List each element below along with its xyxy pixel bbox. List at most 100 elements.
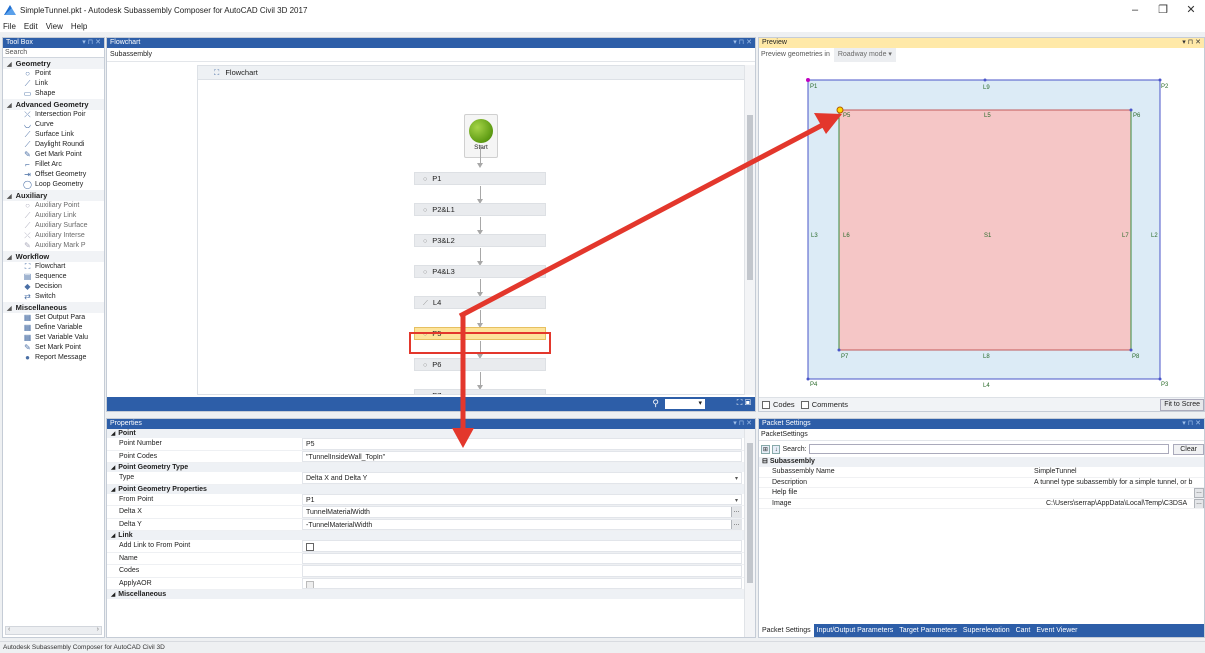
alphabetical-sort-icon[interactable]: ↓ [771,444,781,454]
toolbox-item-auxiliary-point[interactable]: ○ Auxiliary Point [3,201,104,211]
scroll-left-icon[interactable]: ‹ [8,626,10,633]
ellipsis-button[interactable]: … [731,519,741,530]
toolbox-search-input[interactable]: Search [3,48,104,58]
toolbox-item-define-variable[interactable]: ▦ Define Variable [3,323,104,333]
flowchart-node-p7[interactable]: ○ P7 [414,389,546,394]
flowchart-node-p6[interactable]: ○ P6 [414,358,546,371]
expand-toggle-icon[interactable]: ◢ [111,465,115,471]
tab-packet-settings[interactable]: Packet Settings [759,624,814,637]
maximize-button[interactable]: ❐ [1149,0,1177,20]
scroll-thumb[interactable] [747,115,753,280]
toolbox-item-intersection-poir[interactable]: ⤫ Intersection Poir [3,110,104,120]
chevron-down-icon[interactable]: ▾ [735,473,738,483]
packet-value-description[interactable]: A tunnel type subassembly for a simple t… [1034,478,1204,488]
zoom-dropdown[interactable]: ▾ [665,399,705,409]
expand-toggle-icon[interactable]: ◢ [7,192,12,203]
checkbox[interactable] [306,543,314,551]
start-node[interactable]: Start [464,114,498,158]
menu-help[interactable]: Help [71,22,87,31]
subassembly-category[interactable]: ⊟ Subassembly [759,457,1204,467]
breadcrumb[interactable]: Subassembly [107,48,755,62]
toolbox-item-auxiliary-surface[interactable]: ⟋ Auxiliary Surface [3,221,104,231]
packet-value-image[interactable]: C:\Users\serrap\AppData\Local\Temp\C3DSA… [1034,498,1204,508]
property-value-type[interactable]: Delta X and Delta Y ▾ [302,472,742,484]
packet-search-input[interactable] [808,444,1170,454]
tab-target-parameters[interactable]: Target Parameters [896,627,960,634]
fit-to-screen-button[interactable]: Fit to Scree [1160,399,1204,411]
toolbox-item-auxiliary-mark-p[interactable]: ✎ Auxiliary Mark P [3,241,104,251]
property-value-point-number[interactable]: P5 [302,438,742,450]
toolbox-horizontal-scrollbar[interactable]: ‹ › [5,626,102,635]
expand-toggle-icon[interactable]: ◢ [7,253,12,264]
toolbox-item-point[interactable]: ○ Point [3,69,104,79]
expand-toggle-icon[interactable]: ◢ [111,533,115,539]
flowchart-canvas[interactable]: ⛶ Flowchart Start ○ P1 ○ P2&L1 ○ P3&L2 ○ P4&L3 ⟋… [197,65,745,395]
expand-toggle-icon[interactable]: ◢ [7,304,12,315]
clear-button[interactable]: Clear [1173,443,1204,455]
menu-view[interactable]: View [46,22,63,31]
toolbox-item-offset-geometry[interactable]: ⇥ Offset Geometry [3,170,104,180]
property-value-point-codes[interactable]: "TunnelInsideWall_TopIn" [302,450,742,462]
property-value-from-point[interactable]: P1 ▾ [302,493,742,505]
chevron-down-icon[interactable]: ▾ [735,495,738,505]
property-value-delta-x[interactable]: TunnelMaterialWidth… [302,506,742,518]
flowchart-node-p3l2[interactable]: ○ P3&L2 [414,234,546,247]
toolbox-item-daylight-roundi[interactable]: ⟋ Daylight Roundi [3,140,104,150]
flowchart-node-p2l1[interactable]: ○ P2&L1 [414,203,546,216]
toolbox-item-curve[interactable]: ◡ Curve [3,120,104,130]
toolbox-item-shape[interactable]: ▭ Shape [3,89,104,99]
toolbox-item-flowchart[interactable]: ⛶ Flowchart [3,262,104,272]
expand-toggle-icon[interactable]: ◢ [7,60,12,71]
toolbox-item-set-mark-point[interactable]: ✎ Set Mark Point [3,343,104,353]
scroll-thumb[interactable] [747,443,753,583]
panel-pin-icon[interactable]: ▾ ⊓ ✕ [733,38,752,48]
toolbox-item-link[interactable]: ⟋ Link [3,79,104,89]
packet-value-subassembly-name[interactable]: SimpleTunnel [1034,467,1204,477]
panel-pin-icon[interactable]: ▾ ⊓ ✕ [1182,419,1201,429]
close-button[interactable]: ✕ [1177,0,1205,20]
panel-pin-icon[interactable]: ▾ ⊓ ✕ [733,419,752,429]
toolbox-item-loop-geometry[interactable]: ◯ Loop Geometry [3,180,104,190]
ellipsis-button[interactable]: … [1194,498,1204,508]
properties-vertical-scrollbar[interactable] [744,429,755,637]
panel-pin-icon[interactable]: ▾ ⊓ ✕ [82,38,101,48]
toolbox-item-auxiliary-interse[interactable]: ⤫ Auxiliary Interse [3,231,104,241]
tab-superelevation[interactable]: Superelevation [960,627,1013,634]
toolbox-item-set-output-para[interactable]: ▦ Set Output Para [3,313,104,323]
magnifier-icon[interactable]: ⚲ [652,398,659,409]
tab-input-output-parameters[interactable]: Input/Output Parameters [814,627,897,634]
scroll-right-icon[interactable]: › [97,626,99,633]
ellipsis-button[interactable]: … [1194,488,1204,498]
expand-toggle-icon[interactable]: ◢ [7,101,12,112]
property-value-add-link-to-from-point[interactable] [302,540,742,552]
preview-canvas[interactable]: P1 L9 P2 L3 L2 P4 L4 P3 P5 L5 P6 L6 S1 L… [759,38,1204,413]
toolbox-item-decision[interactable]: ◆ Decision [3,282,104,292]
flowchart-node-p1[interactable]: ○ P1 [414,172,546,185]
toolbox-item-sequence[interactable]: ▤ Sequence [3,272,104,282]
packet-value-help-file[interactable]: … [1034,488,1204,498]
property-value-name[interactable] [302,552,742,564]
toolbox-group-geometry[interactable]: ◢ Geometry [3,58,104,69]
toolbox-item-fillet-arc[interactable]: ⌐ Fillet Arc [3,160,104,170]
toolbox-item-switch[interactable]: ⇄ Switch [3,292,104,302]
expand-toggle-icon[interactable]: ◢ [111,431,115,437]
minimize-button[interactable]: – [1121,0,1149,20]
toolbox-group-advanced-geometry[interactable]: ◢ Advanced Geometry [3,99,104,110]
menu-edit[interactable]: Edit [24,22,38,31]
fit-view-icon[interactable]: ⛶ ▣ [737,398,751,408]
codes-checkbox[interactable] [762,400,770,409]
flowchart-node-p4l3[interactable]: ○ P4&L3 [414,265,546,278]
property-section-point-geometry-properties[interactable]: ◢ Point Geometry Properties [107,484,755,494]
toolbox-group-workflow[interactable]: ◢ Workflow [3,251,104,262]
comments-checkbox[interactable] [800,400,809,409]
toolbox-item-surface-link[interactable]: ⟋ Surface Link [3,130,104,140]
ellipsis-button[interactable]: … [731,507,741,517]
toolbox-item-set-variable-valu[interactable]: ▦ Set Variable Valu [3,333,104,343]
toolbox-group-auxiliary[interactable]: ◢ Auxiliary [3,190,104,201]
property-value-delta-y[interactable]: -TunnelMaterialWidth… [302,518,742,530]
expand-toggle-icon[interactable]: ◢ [111,592,115,598]
collapse-icon[interactable]: ⊟ [762,458,770,465]
menu-file[interactable]: File [3,22,16,31]
categorized-sort-icon[interactable]: ⊞ [761,444,770,454]
property-section-link[interactable]: ◢ Link [107,531,755,540]
